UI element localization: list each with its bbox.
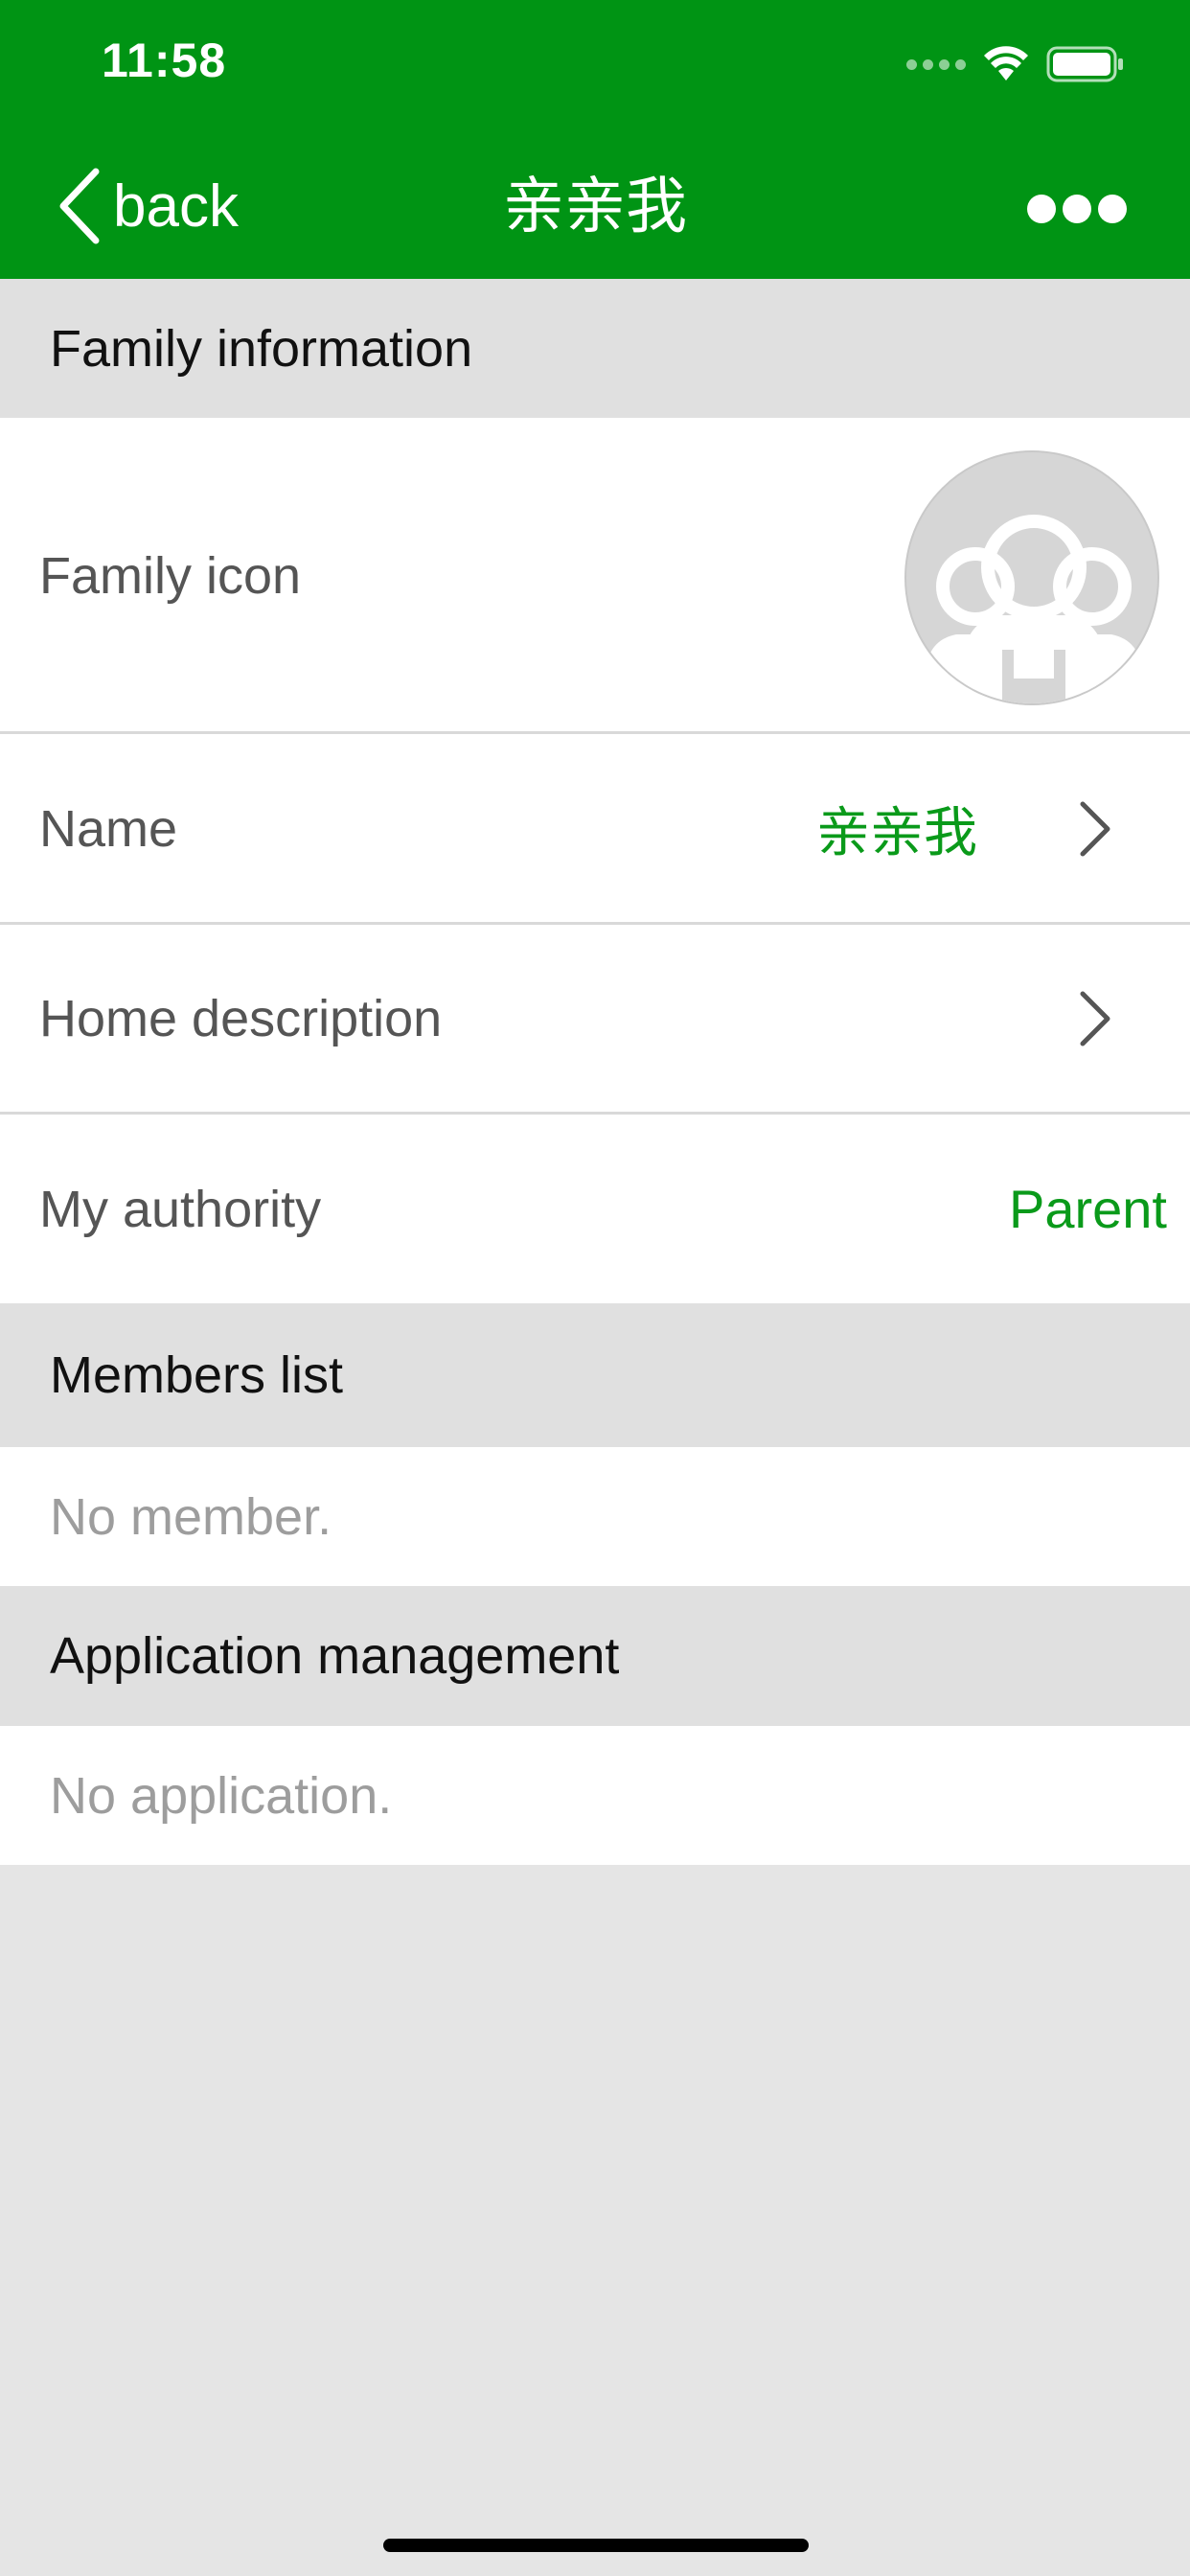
chevron-right-icon: [1080, 991, 1110, 1046]
chevron-left-icon: [59, 168, 100, 244]
section-header-applications: Application management: [0, 1586, 1190, 1726]
status-time: 11:58: [102, 34, 227, 87]
family-icon-row[interactable]: Family icon: [0, 418, 1190, 733]
family-group-icon: [926, 515, 1142, 703]
more-options-button[interactable]: [1027, 190, 1127, 228]
section-header-members: Members list: [0, 1303, 1190, 1447]
app-header: 11:58 back 亲亲我: [0, 0, 1190, 279]
back-label: back: [113, 172, 239, 240]
applications-empty-state: No application.: [0, 1726, 1190, 1865]
authority-value: Parent: [1009, 1179, 1167, 1239]
family-icon-label: Family icon: [39, 546, 302, 605]
name-value: 亲亲我: [816, 802, 977, 862]
home-description-label: Home description: [39, 990, 443, 1047]
family-detail-screen: 11:58 back 亲亲我 Family information Family…: [0, 0, 1190, 2576]
chevron-right-icon: [1080, 801, 1110, 856]
status-icons: [906, 40, 1125, 88]
home-indicator[interactable]: [383, 2539, 809, 2552]
back-button[interactable]: back: [57, 168, 239, 244]
name-row[interactable]: Name 亲亲我: [0, 734, 1190, 923]
more-dot-icon: [1063, 195, 1091, 223]
section-header-family-info: Family information: [0, 279, 1190, 418]
more-dot-icon: [1098, 195, 1127, 223]
authority-row: My authority Parent: [0, 1115, 1190, 1303]
home-description-row[interactable]: Home description: [0, 925, 1190, 1113]
more-dot-icon: [1027, 195, 1056, 223]
authority-label: My authority: [39, 1180, 322, 1238]
cellular-signal-icon: [906, 58, 966, 70]
name-label: Name: [39, 799, 178, 858]
members-empty-state: No member.: [0, 1447, 1190, 1586]
family-avatar[interactable]: [904, 450, 1159, 705]
battery-icon: [1046, 46, 1123, 82]
wifi-icon: [984, 46, 1028, 80]
